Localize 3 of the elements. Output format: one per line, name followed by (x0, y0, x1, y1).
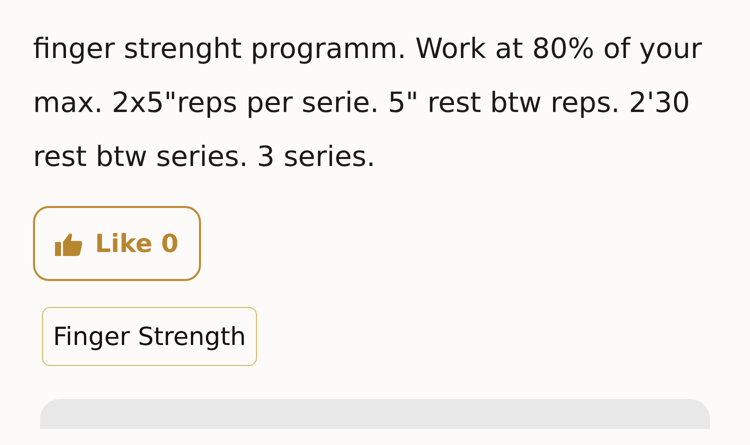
exercise-description: finger strenght programm. Work at 80% of your max. 2x5"reps per serie. 5" rest btw reps. 2'30 rest btw series. 3 series. (33, 31, 704, 175)
tag[interactable]: Finger Strength (42, 307, 257, 366)
thumbs-up-icon (55, 232, 83, 256)
